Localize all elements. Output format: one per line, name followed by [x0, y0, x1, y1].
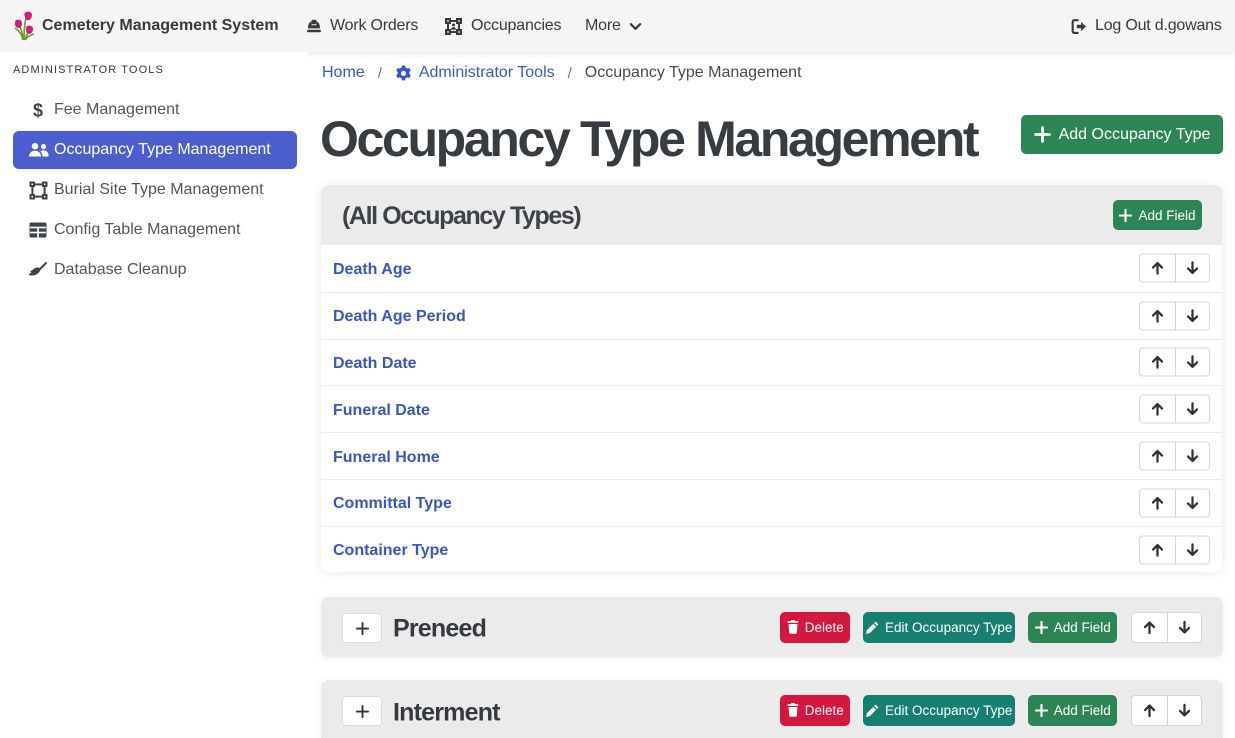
svg-text:$: $	[33, 101, 43, 121]
